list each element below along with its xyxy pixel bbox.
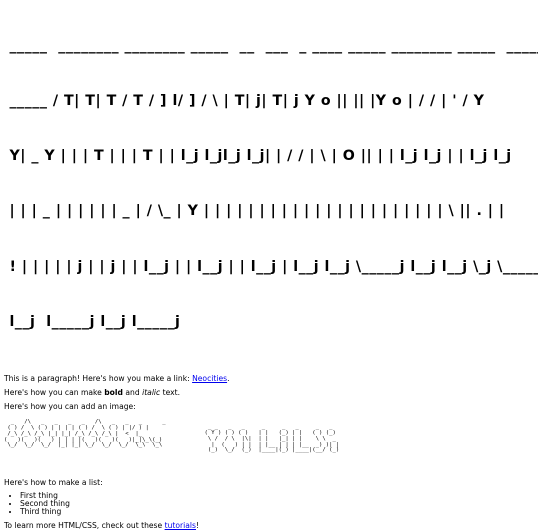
tutorials-link[interactable]: tutorials [165,521,196,530]
paragraph-image-intro: Here's how you can add an image: [4,402,136,412]
paragraph-text: . [227,374,230,384]
paragraph-text: To learn more HTML/CSS, check out these [4,521,165,531]
bold-text: bold [104,388,123,398]
list-item: First thing [20,492,536,500]
bullet-list: First thing Second thing Third thing [4,492,536,516]
paragraph-text: and [122,388,143,398]
banner-line: l__j l_____j l__j l_____j [4,313,181,330]
paragraph-text: text. [160,388,181,398]
banner-line: ! | | | | | j | | j | | l__j | | l__j | … [9,258,538,275]
paragraph-link: This is a paragraph! Here's how you make… [4,374,536,384]
paragraph-list-intro: Here's how to make a list: [4,478,103,488]
banner-line: Y| _ Y | | | T | | | T | | l_j l_jl_j l_… [4,148,512,165]
banner-line: _____ ________ ________ _____ __ ___ _ _… [4,37,538,54]
neocities-link[interactable]: Neocities [192,374,227,383]
paragraph-text: ! [195,521,200,531]
paragraph-text: This is a paragraph! Here's how you make… [4,374,193,384]
paragraph-formatting: Here's how you can make bold and italic … [4,388,536,398]
banner-line: _____ / T| T| T / T / ] l/ ] / \ | T| j|… [4,93,485,110]
list-item: Second thing [20,500,536,508]
italic-text: italic [142,388,161,398]
ascii-art-image: _ /\ _ _ _ _ /\ _ _ _ _ ( ) / \ ( ) | | … [4,419,536,468]
ascii-banner: _____ ________ ________ _____ __ ___ _ _… [4,0,538,368]
banner-line: | | | _ | | | | | | _ | / \_ | Y | | | |… [4,203,505,220]
ascii-art-right: _ _ _ _ _ _ _ _ _ ( Y ) ( ) ( ) | | (_) … [204,424,340,454]
list-item: Third thing [20,508,536,516]
page-body: _____ ________ ________ _____ __ ___ _ _… [0,0,538,531]
paragraph-tutorials: To learn more HTML/CSS, check out these … [4,521,536,531]
ascii-art-left: _ /\ _ _ _ _ /\ _ _ _ _ ( ) / \ ( ) | | … [4,419,166,449]
paragraph-text: Here's how you can make [4,388,105,398]
